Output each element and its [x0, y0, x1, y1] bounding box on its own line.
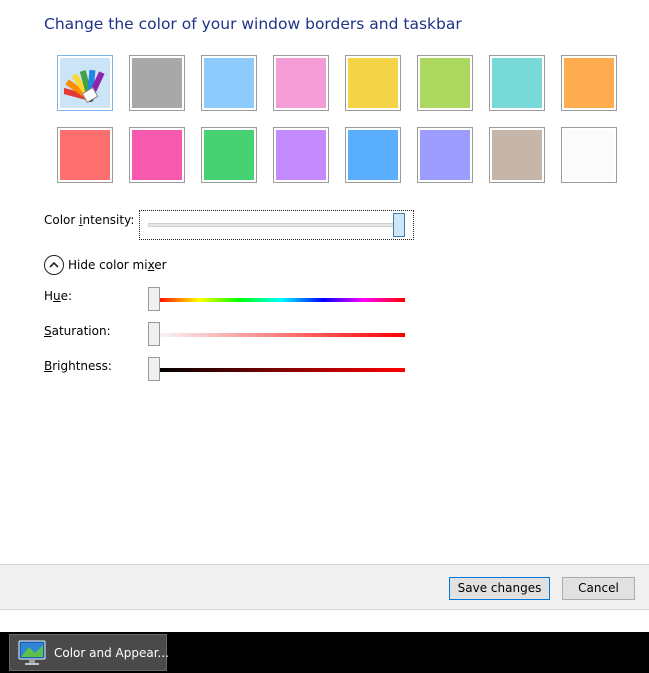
taskbar: Color and Appear...: [0, 632, 649, 673]
brightness-slider-thumb[interactable]: [148, 357, 160, 381]
color-swatch[interactable]: [201, 127, 257, 183]
saturation-slider-track: [157, 333, 405, 337]
saturation-slider-thumb[interactable]: [148, 322, 160, 346]
brightness-label: Brightness:: [44, 359, 112, 373]
color-swatch[interactable]: [561, 127, 617, 183]
brightness-slider-track: [157, 368, 405, 372]
color-intensity-slider[interactable]: [139, 210, 414, 240]
color-and-appearance-window: Change the color of your window borders …: [0, 0, 649, 673]
color-swatch[interactable]: [273, 55, 329, 111]
color-swatch[interactable]: [345, 55, 401, 111]
color-swatch[interactable]: [417, 55, 473, 111]
cancel-button[interactable]: Cancel: [562, 577, 635, 600]
color-swatch[interactable]: [345, 127, 401, 183]
color-palette-fan-icon: [64, 69, 105, 104]
monitor-personalization-icon: [18, 640, 46, 665]
hue-label: Hue:: [44, 289, 73, 303]
color-swatch[interactable]: [129, 55, 185, 111]
color-swatch[interactable]: [57, 127, 113, 183]
hue-slider-track: [157, 298, 405, 302]
color-intensity-label: Color intensity:: [44, 213, 135, 227]
save-changes-button[interactable]: Save changes: [449, 577, 550, 600]
color-swatch[interactable]: [489, 127, 545, 183]
button-bar: Save changes Cancel: [0, 564, 649, 610]
color-swatch-custom[interactable]: [57, 55, 113, 111]
color-swatch[interactable]: [201, 55, 257, 111]
saturation-label: Saturation:: [44, 324, 111, 338]
color-swatch[interactable]: [273, 127, 329, 183]
taskbar-item-label: Color and Appear...: [54, 646, 169, 660]
page-title: Change the color of your window borders …: [44, 15, 462, 33]
chevron-up-icon[interactable]: [44, 255, 64, 275]
color-swatch[interactable]: [489, 55, 545, 111]
color-swatch[interactable]: [129, 127, 185, 183]
color-swatch[interactable]: [417, 127, 473, 183]
color-swatch[interactable]: [561, 55, 617, 111]
slider-track: [148, 223, 398, 227]
slider-thumb[interactable]: [393, 213, 405, 237]
hue-slider-thumb[interactable]: [148, 287, 160, 311]
hide-color-mixer-label: Hide color mixer: [68, 258, 167, 272]
taskbar-item-color-and-appearance[interactable]: Color and Appear...: [9, 634, 169, 671]
